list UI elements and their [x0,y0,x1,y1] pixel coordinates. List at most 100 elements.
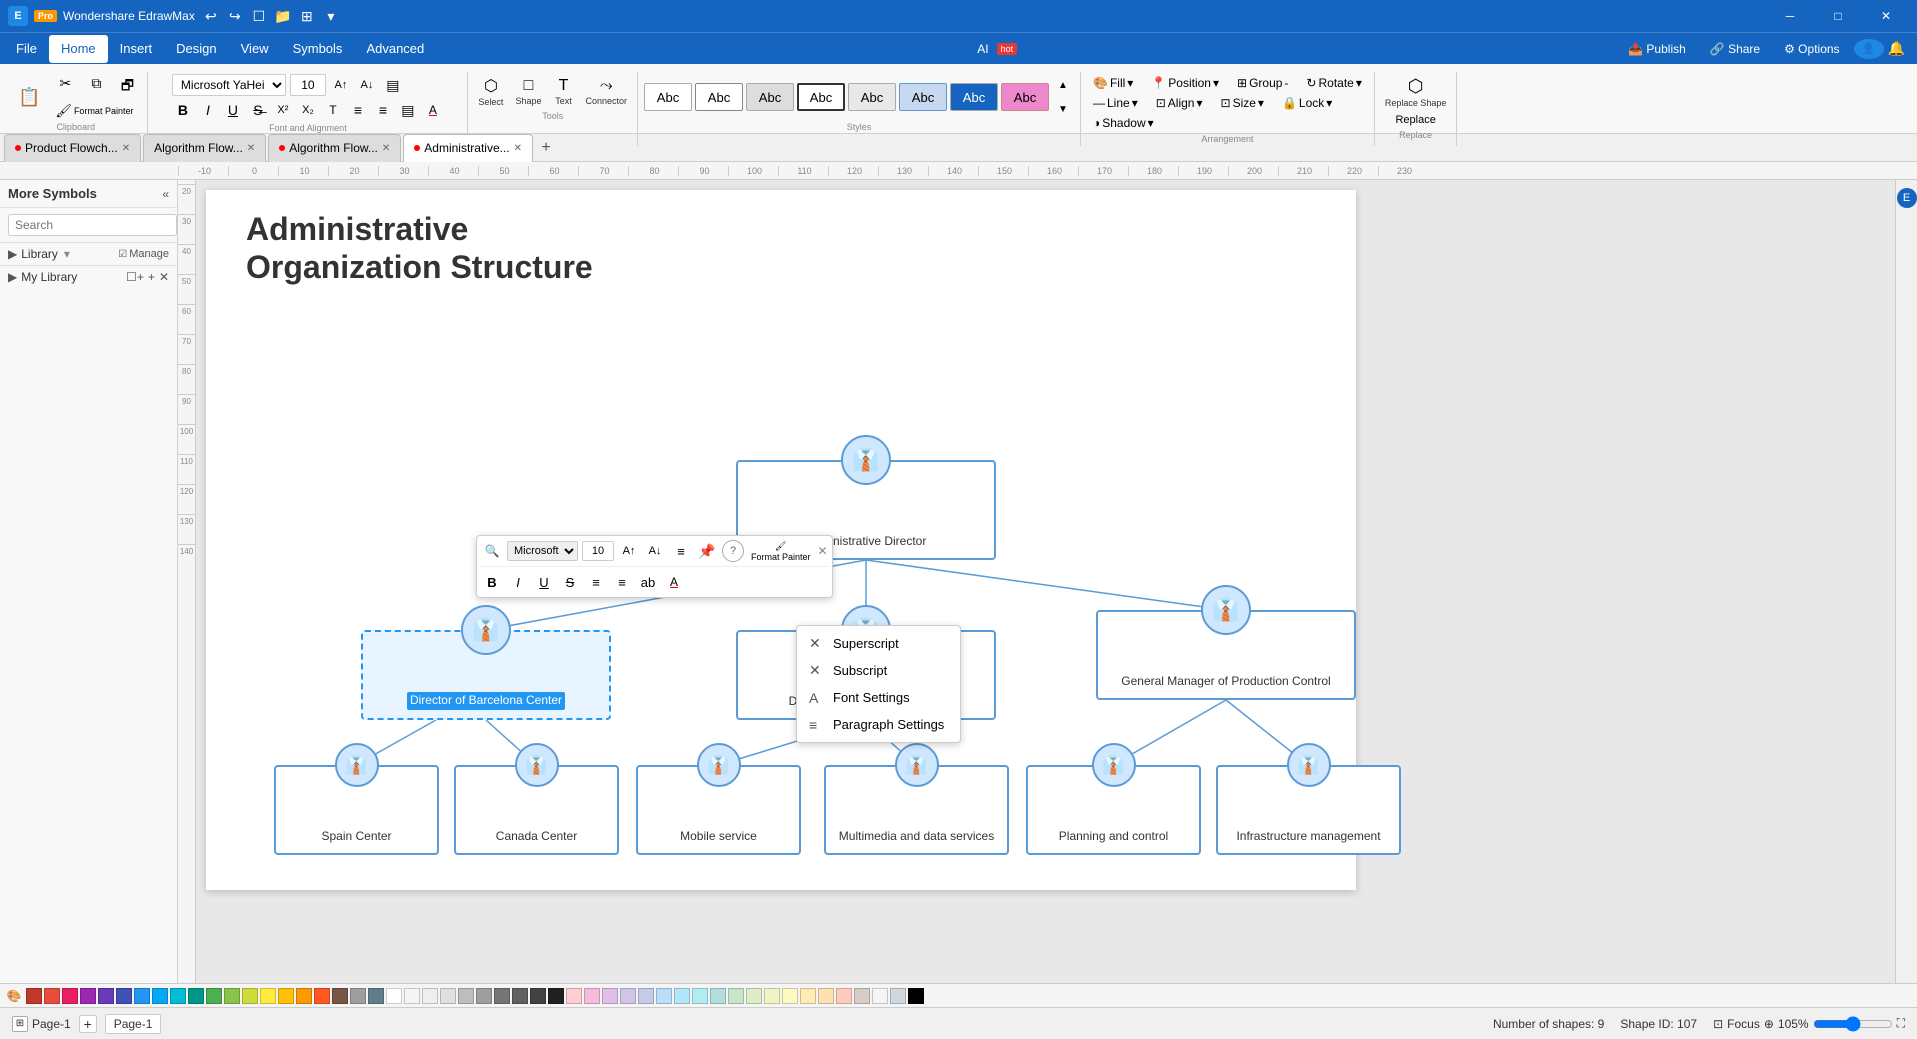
ft-font-select[interactable]: Microsoft [507,541,578,561]
add-page-btn[interactable]: + [79,1015,97,1033]
undo-btn[interactable]: ↩ [201,6,221,26]
color-swatch-a1[interactable] [800,988,816,1004]
ft-more-btn[interactable]: ? [722,540,744,562]
node-barcelona-label[interactable]: Director of Barcelona Center [407,692,565,710]
fit-btn[interactable]: ⊕ [1764,1017,1774,1031]
style-box-4[interactable]: Abc [797,83,845,111]
font-color-btn[interactable]: A [422,99,444,121]
fill-btn[interactable]: 🎨 Fill ▾ [1087,74,1139,92]
search-input[interactable] [8,214,177,236]
style-box-8[interactable]: Abc [1001,83,1049,111]
color-swatch-blue1[interactable] [134,988,150,1004]
paste-btn[interactable]: 📋 [10,86,48,108]
tab-algorithm-flow1[interactable]: Algorithm Flow... ✕ [143,134,266,162]
color-swatch-grey5[interactable] [476,988,492,1004]
zoom-slider[interactable] [1813,1016,1893,1032]
color-swatch-g1[interactable] [728,988,744,1004]
ft-shrink-btn[interactable]: A↓ [644,540,666,562]
color-swatch-grey1[interactable] [404,988,420,1004]
color-swatch-bg1[interactable] [890,988,906,1004]
text-tool-btn[interactable]: T Text [549,75,577,108]
color-swatch-teal[interactable] [188,988,204,1004]
color-picker-btn[interactable]: 🎨 [4,986,24,1006]
style-box-3[interactable]: Abc [746,83,794,111]
ctx-font-settings[interactable]: A Font Settings [797,684,960,711]
ft-italic-btn[interactable]: I [507,571,529,593]
node-canada[interactable]: 👔 Canada Center [454,765,619,855]
ai-menu[interactable]: AI [977,42,988,56]
style-box-1[interactable]: Abc [644,83,692,111]
color-swatch-indigo[interactable] [116,988,132,1004]
shape-btn[interactable]: □ Shape [511,75,545,108]
font-grow-btn[interactable]: A↑ [330,74,352,96]
share-btn[interactable]: 🔗 Share [1700,38,1770,60]
line-btn[interactable]: — Line ▾ [1087,94,1144,112]
color-swatch-y1[interactable] [782,988,798,1004]
color-swatch-pink[interactable] [62,988,78,1004]
node-spain[interactable]: 👔 Spain Center [274,765,439,855]
strikethrough-btn[interactable]: S̶ [247,99,269,121]
copy-btn[interactable]: ⧉ [82,74,110,100]
color-swatch-br1[interactable] [854,988,870,1004]
lib-close-icon[interactable]: ✕ [159,270,169,284]
color-swatch-grey[interactable] [350,988,366,1004]
ft-font-size[interactable] [582,541,614,561]
user-avatar[interactable]: 👤 [1854,39,1884,59]
color-swatch-green2[interactable] [224,988,240,1004]
shadow-btn[interactable]: ◑ Shadow ▾ [1087,114,1160,132]
node-barcelona[interactable]: 👔 Director of Barcelona Center [361,630,611,720]
align-format-btn[interactable]: ⊡ Align ▾ [1150,94,1209,112]
color-swatch-b2[interactable] [656,988,672,1004]
maximize-btn[interactable]: □ [1815,0,1861,32]
template-btn[interactable]: ⊞ [297,6,317,26]
manage-btn[interactable]: ☑ Manage [118,248,169,260]
list1-btn[interactable]: ≡ [347,99,369,121]
ft-grow-btn[interactable]: A↑ [618,540,640,562]
tab-alg2-close[interactable]: ✕ [382,143,390,154]
color-swatch-r1[interactable] [566,988,582,1004]
style-box-2[interactable]: Abc [695,83,743,111]
color-swatch-grey3[interactable] [440,988,456,1004]
new-btn[interactable]: ☐ [249,6,269,26]
format-painter-btn[interactable]: 🖌 Format Painter [51,102,137,120]
menu-advanced[interactable]: Advanced [354,35,436,63]
color-swatch-amber[interactable] [278,988,294,1004]
menu-file[interactable]: File [4,35,49,63]
ctx-paragraph-settings[interactable]: ≡ Paragraph Settings [797,711,960,738]
ft-text-align-btn[interactable]: ab [637,571,659,593]
my-library-label[interactable]: My Library [21,270,77,284]
color-swatch-l1[interactable] [764,988,780,1004]
publish-btn[interactable]: 📤 Publish [1618,38,1696,60]
color-swatch-o1[interactable] [818,988,834,1004]
color-swatch-orange[interactable] [296,988,312,1004]
menu-symbols[interactable]: Symbols [281,35,355,63]
focus-btn[interactable]: ⊡ [1713,1017,1723,1031]
superscript-btn[interactable]: X² [272,99,294,121]
italic-btn[interactable]: I [197,99,219,121]
color-swatch-red2[interactable] [44,988,60,1004]
ft-bold-btn[interactable]: B [481,571,503,593]
color-swatch-blue2[interactable] [152,988,168,1004]
tab-algorithm-flow2[interactable]: Algorithm Flow... ✕ [268,134,401,162]
position-btn[interactable]: 📍 Position ▾ [1145,74,1225,92]
styles-scroll-down[interactable]: ▼ [1052,98,1074,120]
cut-btn[interactable]: ✂ [51,74,79,100]
library-triangle[interactable]: ▶ [8,247,17,261]
menu-design[interactable]: Design [164,35,228,63]
color-swatch-deep-orange[interactable] [314,988,330,1004]
add-tab-btn[interactable]: + [535,137,557,159]
replace-shape-btn[interactable]: ⬡ Replace Shape [1381,74,1451,110]
rotate-btn[interactable]: ↻ Rotate ▾ [1300,74,1367,92]
page-view-btn[interactable]: ⊞ [12,1016,28,1032]
select-btn[interactable]: ⬡ Select [474,74,507,109]
lib-plus-icon[interactable]: + [148,270,155,284]
color-swatch-grey4[interactable] [458,988,474,1004]
ft-underline-btn[interactable]: U [533,571,555,593]
menu-home[interactable]: Home [49,35,108,63]
ft-font-color-btn[interactable]: A [663,571,685,593]
color-swatch-black[interactable] [908,988,924,1004]
color-swatch-b3[interactable] [674,988,690,1004]
library-dropdown[interactable]: ▾ [64,247,70,261]
sidebar-collapse-btn[interactable]: « [162,187,169,201]
color-swatch-purple1[interactable] [80,988,96,1004]
